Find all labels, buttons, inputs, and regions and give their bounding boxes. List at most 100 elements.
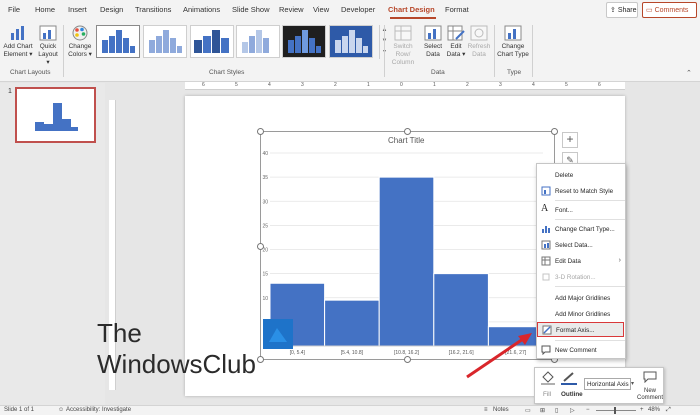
menu-item-font[interactable]: A Font... bbox=[537, 203, 625, 217]
chart-style-preview-icon bbox=[194, 30, 229, 53]
menu-item-label: New Comment bbox=[555, 347, 597, 354]
status-bar: Slide 1 of 1 ☺ Accessibility: Investigat… bbox=[0, 405, 700, 415]
comment-icon bbox=[541, 345, 551, 355]
tab-developer[interactable]: Developer bbox=[341, 5, 375, 14]
switch-row-column-label-2: Column bbox=[391, 59, 415, 66]
x-tick-label: [5.4, 10.8] bbox=[341, 350, 364, 356]
tab-chart-design[interactable]: Chart Design bbox=[388, 5, 435, 14]
tab-insert[interactable]: Insert bbox=[68, 5, 87, 14]
zoom-slider-thumb[interactable] bbox=[614, 407, 616, 414]
chart-style-1[interactable] bbox=[96, 25, 140, 58]
change-colors-label: Change bbox=[68, 43, 92, 50]
refresh-data-label: Refresh bbox=[467, 43, 491, 50]
chart-style-5[interactable] bbox=[282, 25, 326, 58]
slide-sorter-icon[interactable]: ⊞ bbox=[540, 407, 545, 414]
chart-elements-button[interactable]: + bbox=[562, 132, 578, 148]
select-data-button[interactable]: Select Data bbox=[422, 25, 444, 59]
chevron-down-icon: ▾ bbox=[46, 59, 50, 66]
menu-item-3d-rotation[interactable]: 3-D Rotation... bbox=[537, 270, 625, 284]
tab-design[interactable]: Design bbox=[100, 5, 123, 14]
tab-format[interactable]: Format bbox=[445, 5, 469, 14]
tab-transitions[interactable]: Transitions bbox=[135, 5, 171, 14]
tab-file[interactable]: File bbox=[8, 5, 20, 14]
fill-button[interactable]: Fill bbox=[540, 371, 558, 399]
notes-button[interactable]: Notes bbox=[493, 407, 509, 413]
tab-review[interactable]: Review bbox=[279, 5, 304, 14]
ruler-tick-label: 4 bbox=[268, 82, 271, 88]
resize-handle[interactable] bbox=[257, 128, 264, 135]
quick-layout-label: Quick bbox=[39, 43, 57, 50]
y-tick-label: 35 bbox=[262, 175, 268, 181]
y-tick-label: 15 bbox=[262, 272, 268, 278]
group-label-type: Type bbox=[507, 69, 522, 76]
3d-rotation-icon bbox=[542, 273, 550, 281]
tab-home[interactable]: Home bbox=[35, 5, 55, 14]
accessibility-icon: ☺ bbox=[58, 407, 65, 413]
menu-item-new-comment[interactable]: New Comment bbox=[537, 343, 625, 357]
refresh-data-button[interactable]: Refresh Data bbox=[467, 25, 491, 59]
menu-item-add-major-gridlines[interactable]: Add Major Gridlines bbox=[537, 291, 625, 305]
menu-item-change-chart-type[interactable]: Change Chart Type... bbox=[537, 222, 625, 236]
resize-handle[interactable] bbox=[551, 128, 558, 135]
histogram-bar[interactable] bbox=[324, 299, 380, 347]
group-label-chart-layouts: Chart Layouts bbox=[10, 69, 51, 76]
chart-style-preview-icon bbox=[242, 30, 269, 53]
select-data-label: Select bbox=[423, 43, 443, 50]
chart-style-preview-icon bbox=[102, 30, 135, 53]
chart-element-selector[interactable]: Horizontal Axis bbox=[584, 378, 631, 390]
share-button[interactable]: ⇪ Share bbox=[606, 2, 638, 18]
accessibility-status[interactable]: Accessibility: Investigate bbox=[66, 407, 131, 413]
chart-style-6[interactable] bbox=[329, 25, 373, 58]
histogram-bar[interactable] bbox=[378, 176, 435, 347]
zoom-level[interactable]: 48% bbox=[648, 407, 660, 413]
resize-handle[interactable] bbox=[404, 128, 411, 135]
add-chart-element-button[interactable]: Add Chart Element ▾ bbox=[3, 25, 33, 59]
comment-icon bbox=[643, 371, 657, 384]
ruler-tick-label: 0 bbox=[400, 82, 403, 88]
menu-item-label: Delete bbox=[555, 172, 574, 179]
quick-layout-button[interactable]: Quick Layout ▾ bbox=[36, 25, 60, 67]
zoom-in-icon[interactable]: + bbox=[640, 407, 644, 413]
menu-item-delete[interactable]: Delete bbox=[537, 168, 625, 182]
watermark-logo bbox=[263, 319, 293, 349]
menu-separator bbox=[555, 200, 625, 201]
menu-item-edit-data[interactable]: Edit Data › bbox=[537, 254, 625, 268]
change-chart-type-button[interactable]: Change Chart Type bbox=[496, 25, 530, 59]
new-comment-button[interactable]: New Comment bbox=[636, 370, 664, 403]
tab-animations[interactable]: Animations bbox=[183, 5, 220, 14]
collapse-ribbon-icon[interactable]: ⌃ bbox=[686, 69, 692, 77]
chart-style-3[interactable] bbox=[190, 25, 234, 58]
tab-slide-show[interactable]: Slide Show bbox=[232, 5, 270, 14]
chart-style-4[interactable] bbox=[236, 25, 280, 58]
slideshow-icon[interactable]: ▷ bbox=[570, 407, 575, 414]
menu-item-add-minor-gridlines[interactable]: Add Minor Gridlines bbox=[537, 307, 625, 321]
zoom-slider[interactable] bbox=[596, 410, 636, 411]
zoom-out-icon[interactable]: − bbox=[586, 407, 590, 413]
ribbon-tab-bar: File Home Insert Design Transitions Anim… bbox=[0, 0, 700, 21]
paint-bucket-icon bbox=[541, 371, 555, 385]
slide-number: 1 bbox=[8, 88, 12, 95]
ruler-tick-label: 2 bbox=[334, 82, 337, 88]
group-separator bbox=[494, 25, 495, 77]
chart-style-2[interactable] bbox=[143, 25, 187, 58]
comments-button[interactable]: ▭ Comments bbox=[642, 2, 697, 18]
switch-row-column-button[interactable]: Switch Row/ Column bbox=[386, 25, 420, 67]
new-comment-label-1: New bbox=[643, 388, 656, 394]
slide-thumbnail[interactable] bbox=[15, 87, 96, 143]
menu-item-select-data[interactable]: Select Data... bbox=[537, 238, 625, 252]
change-colors-button[interactable]: Change Colors ▾ bbox=[66, 25, 94, 59]
chevron-down-icon[interactable]: ▾ bbox=[631, 380, 634, 387]
menu-item-reset-style[interactable]: Reset to Match Style bbox=[537, 184, 625, 198]
menu-separator bbox=[555, 219, 625, 220]
fit-to-window-icon[interactable]: ⤢ bbox=[666, 407, 671, 414]
group-label-data: Data bbox=[431, 69, 445, 76]
tab-view[interactable]: View bbox=[313, 5, 329, 14]
normal-view-icon[interactable]: ▭ bbox=[525, 407, 531, 414]
edit-data-button[interactable]: Edit Data ▾ bbox=[446, 25, 466, 59]
chart-title[interactable]: Chart Title bbox=[388, 136, 424, 145]
outline-button[interactable]: Outline bbox=[560, 371, 584, 399]
reading-view-icon[interactable]: ▯ bbox=[555, 407, 558, 414]
menu-item-label: Add Minor Gridlines bbox=[555, 311, 611, 318]
share-icon: ⇪ bbox=[610, 7, 616, 14]
menu-item-format-axis[interactable]: Format Axis... bbox=[537, 322, 624, 337]
